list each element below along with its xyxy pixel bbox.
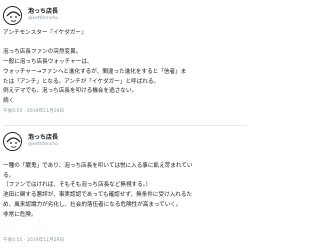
tweet-card[interactable]: 泡っち店長 @kettitencho 一種の「膿鬼」であり、泡っち店長を叩いては… [3,125,247,250]
tweet-line: 続く [3,97,15,104]
tweet-text: アンチモンスター『イケダガー』 泡っち店長ファンの突然変異。 一般に泡っち店長ウ… [3,29,247,107]
tweet-card[interactable]: 泡っち店長 @kettitencho アンチモンスター『イケダガー』 泡っち店長… [3,0,247,122]
author-names: 泡っち店長 @kettitencho [28,134,58,148]
avatar-face-icon [4,133,21,150]
tweet-line: （ファンではければ、そもそも泡っち店長など無視する。） [3,182,152,189]
display-name[interactable]: 泡っち店長 [28,8,58,15]
tweet-line: る。 [3,172,15,179]
tweet-line: たは「アンチ」となる。アンチが「イケダガー」と呼ばれる。 [3,78,160,85]
avatar[interactable] [3,5,22,25]
user-handle[interactable]: @kettitencho [28,142,58,148]
tweet-line: 非常に危険。 [3,211,37,218]
tweet-line: アンチモンスター『イケダガー』 [3,30,87,36]
author-names: 泡っち店長 @kettitencho [28,8,58,22]
tweet-header: 泡っち店長 @kettitencho [3,130,247,152]
tweet-text: 一種の「膿鬼」であり、泡っち店長を叩いては悦に入る事に飢え苛まれてい る。 （フ… [3,162,247,220]
tweet-timestamp[interactable]: 午後5:55 · 2019年11月29日 [3,108,64,114]
tweet-line: 一般に泡っち店長ウォッチャーは、 [3,59,93,66]
avatar-face-icon [4,7,21,24]
avatar[interactable] [3,131,22,151]
tweet-line: 池田に関する悪評が、事実認認であっても確認せず、無条件に受け入れるた [3,192,193,199]
user-handle[interactable]: @kettitencho [28,16,58,22]
tweet-line: ウォッチャー→ファンへと進化するが、間違った進化をすると「信者」ま [3,68,187,75]
display-name[interactable]: 泡っち店長 [28,134,58,141]
tweet-thread: 泡っち店長 @kettitencho アンチモンスター『イケダガー』 泡っち店長… [0,0,250,250]
tweet-timestamp[interactable]: 午後5:55 · 2019年11月29日 [3,237,64,243]
tweet-line: 一種の「膿鬼」であり、泡っち店長を叩いては悦に入る事に飢え苛まれてい [3,163,193,169]
tweet-line: 泡っち店長ファンの突然変異。 [3,49,82,56]
tweet-line: め、風来認識力が劣化し、社会的落伍者になる危険性が高まっていく。 [3,201,182,208]
tweet-header: 泡っち店長 @kettitencho [3,4,247,26]
tweet-line: 例えデマでも、泡っち店長を叩ける機会を逃さない。 [3,88,138,95]
